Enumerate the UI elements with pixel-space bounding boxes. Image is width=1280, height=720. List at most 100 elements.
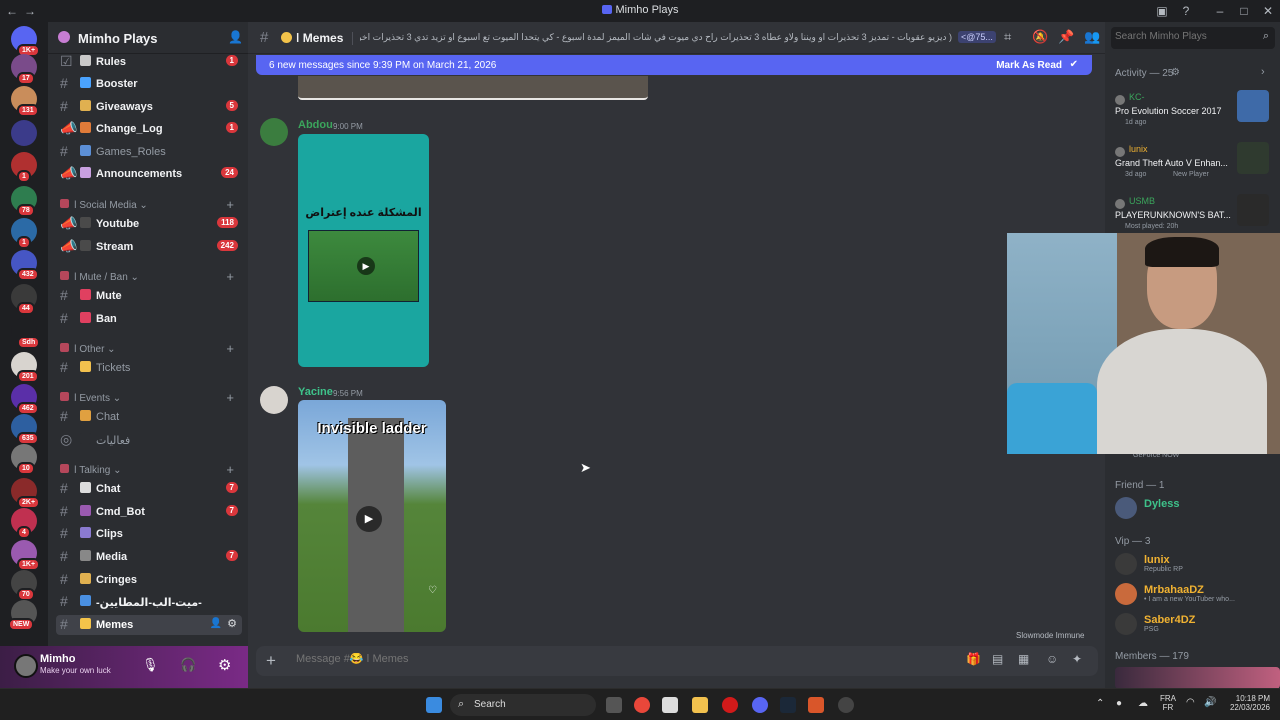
previous-video-thumbnail[interactable] (298, 76, 648, 100)
message-author[interactable]: Abdou (298, 119, 333, 131)
channel-games-roles[interactable]: # Games_Roles (56, 142, 242, 162)
emoji-icon[interactable]: ☺ (1046, 652, 1058, 666)
activity-user[interactable]: USMB (1129, 196, 1155, 206)
channel-clips[interactable]: # Clips (56, 524, 242, 544)
avatar[interactable] (14, 654, 38, 678)
channel-giveaways[interactable]: # Giveaways 5 (56, 97, 242, 117)
inbox-icon[interactable]: ▣ (1154, 3, 1170, 19)
tray-cloud-icon[interactable]: ☁ (1138, 698, 1148, 709)
new-messages-bar[interactable]: 6 new messages since 9:39 PM on March 21… (256, 55, 1092, 75)
wifi-icon[interactable]: ◠ (1186, 697, 1195, 708)
channel-stream[interactable]: 📣 Stream 242 (56, 237, 242, 257)
category-mute[interactable]: ǀ Mute / Ban ⌄ + (58, 269, 242, 286)
gear-icon[interactable]: ⚙ (1171, 67, 1180, 78)
channel-ban[interactable]: # Ban (56, 309, 242, 329)
channel-media[interactable]: # Media 7 (56, 547, 242, 567)
category-talking[interactable]: ǀ Talking ⌄ + (58, 462, 242, 479)
minimize-button[interactable]: – (1212, 3, 1228, 19)
volume-icon[interactable]: 🔊 (1204, 697, 1216, 708)
play-icon[interactable]: ▶ (357, 257, 375, 275)
obs-icon[interactable] (808, 697, 824, 713)
channel-[interactable]: # -ميت-الب-المطايين- (56, 592, 242, 612)
channel-chat[interactable]: # Chat (56, 407, 242, 427)
search-box[interactable]: ⌕ (1111, 27, 1275, 49)
category-other[interactable]: ǀ Other ⌄ + (58, 341, 242, 358)
message-input[interactable] (296, 653, 916, 665)
add-member-icon[interactable]: 👤 (228, 30, 243, 44)
create-channel-icon[interactable]: + (226, 390, 234, 405)
category-social[interactable]: ǀ Social Media ⌄ + (58, 197, 242, 214)
microphone-icon[interactable]: 🎙 (142, 657, 159, 673)
message-author[interactable]: Yacine (298, 386, 333, 398)
maximize-button[interactable]: □ (1236, 3, 1252, 19)
discord-icon[interactable] (752, 697, 768, 713)
file-explorer-icon[interactable] (692, 697, 708, 713)
opera-icon[interactable] (722, 697, 738, 713)
tray-chevron-icon[interactable]: ⌃ (1096, 698, 1104, 709)
headphones-icon[interactable]: 🎧 (180, 657, 196, 673)
add-member-icon[interactable]: 👤 (210, 618, 222, 629)
notifications-muted-icon[interactable]: 🔕 (1032, 29, 1048, 45)
task-view-icon[interactable] (606, 697, 622, 713)
guild-header[interactable]: Mimho Plays ⌄ 👤 (48, 22, 248, 54)
game-thumbnail[interactable] (1237, 194, 1269, 226)
create-channel-icon[interactable]: + (226, 197, 234, 212)
pin-icon[interactable]: 📌 (1058, 29, 1074, 45)
language-indicator[interactable]: FRA FR (1160, 694, 1176, 712)
create-channel-icon[interactable]: + (226, 341, 234, 356)
avatar[interactable] (260, 386, 288, 414)
member-row[interactable]: MrbahaaDZ • I am a new YouTuber who... (1115, 582, 1280, 606)
channel-[interactable]: ◎ فعاليات (56, 430, 242, 450)
game-thumbnail[interactable] (1237, 90, 1269, 122)
windows-start-icon[interactable] (426, 697, 442, 713)
category-events[interactable]: ǀ Events ⌄ + (58, 390, 242, 407)
steam-icon[interactable] (780, 697, 796, 713)
game-thumbnail[interactable] (1237, 142, 1269, 174)
snipping-tool-icon[interactable] (662, 697, 678, 713)
video-attachment[interactable]: المشكلة عنده إعتراض ▶ (298, 134, 429, 367)
activity-user[interactable]: lunix (1129, 144, 1148, 154)
tray-app-icon[interactable]: ● (1116, 698, 1122, 709)
member-row[interactable] (1115, 667, 1280, 688)
channel-mute[interactable]: # Mute (56, 286, 242, 306)
chevron-right-icon[interactable]: › (1261, 66, 1265, 78)
help-icon[interactable]: ? (1178, 3, 1194, 19)
settings-gear-icon[interactable]: ⚙ (218, 656, 231, 674)
channel-youtube[interactable]: 📣 Youtube 118 (56, 214, 242, 234)
create-channel-icon[interactable]: + (226, 269, 234, 284)
create-channel-icon[interactable]: + (226, 462, 234, 477)
member-row[interactable]: Dyless (1115, 496, 1280, 520)
gif-icon[interactable]: ▤ (992, 652, 1003, 666)
channel-settings-gear-icon[interactable]: ⚙ (227, 617, 237, 630)
taskbar-search[interactable]: ⌕ Search (450, 694, 596, 716)
channel-tickets[interactable]: # Tickets (56, 358, 242, 378)
channel-memes[interactable]: # Memes 👤 ⚙ (56, 615, 242, 635)
gift-icon[interactable]: 🎁 (966, 652, 981, 666)
threads-icon[interactable]: ⌗ (1004, 29, 1011, 45)
member-row[interactable]: Saber4DZ PSG (1115, 612, 1280, 636)
activity-user[interactable]: KC- (1129, 92, 1145, 102)
channel-change-log[interactable]: 📣 Change_Log 1 (56, 119, 242, 139)
channel-cringes[interactable]: # Cringes (56, 570, 242, 590)
channel-cmd-bot[interactable]: # Cmd_Bot 7 (56, 502, 242, 522)
server-icon[interactable] (11, 120, 37, 146)
member-row[interactable]: lunix Republic RP (1115, 552, 1280, 576)
mark-as-read-button[interactable]: Mark As Read (996, 60, 1062, 71)
topic-mention[interactable]: <@75... (958, 31, 996, 43)
clock[interactable]: 10:18 PM 22/03/2026 (1226, 694, 1270, 712)
avatar[interactable] (260, 118, 288, 146)
play-icon[interactable]: ▶ (356, 506, 382, 532)
member-list-icon[interactable]: 👥 (1084, 29, 1100, 45)
add-attachment-icon[interactable]: + (266, 651, 276, 671)
sticker-icon[interactable]: ▦ (1018, 652, 1029, 666)
channel-announcements[interactable]: 📣 Announcements 24 (56, 164, 242, 184)
close-button[interactable]: ✕ (1260, 3, 1276, 19)
channel-chat[interactable]: # Chat 7 (56, 479, 242, 499)
apps-icon[interactable]: ✦ (1072, 652, 1082, 666)
channel-booster[interactable]: # Booster (56, 74, 242, 94)
video-attachment[interactable]: Invisible ladder ▶ ♡ (298, 400, 446, 632)
chrome-icon[interactable] (634, 697, 650, 713)
app-icon[interactable] (838, 697, 854, 713)
channel-topic[interactable]: ( ديزيو عقوبات - تمديز 3 تحذيرات او وينن… (360, 32, 952, 43)
channel-rules[interactable]: ☑ Rules 1 (56, 52, 242, 72)
